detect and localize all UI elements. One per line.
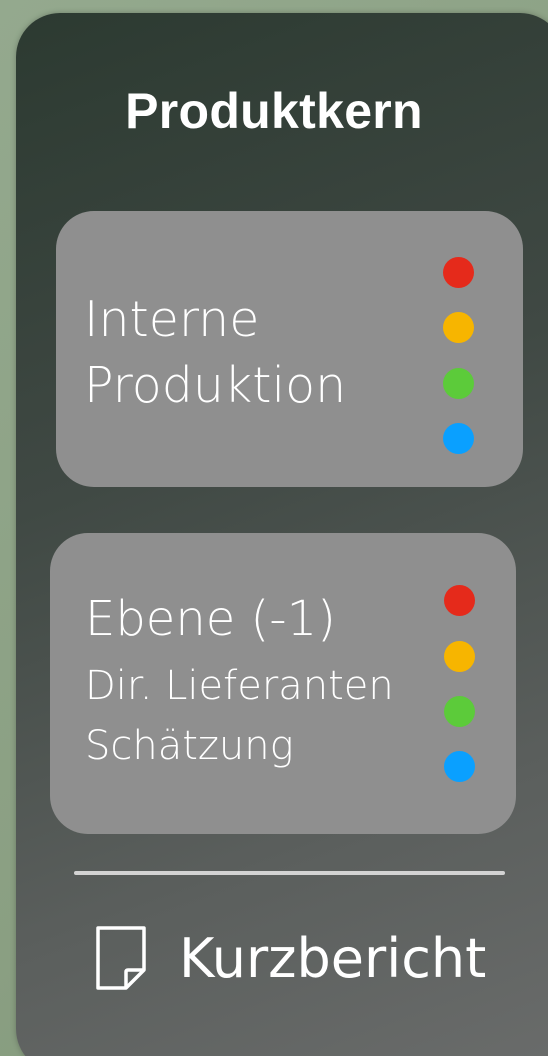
short-report-label: Kurzbericht <box>179 926 487 990</box>
app-background: Produktkern Interne Produktion Ebene (-1… <box>0 0 548 1056</box>
status-dot-blue <box>444 751 475 782</box>
card-title-line-1: Ebene (-1) <box>85 591 336 647</box>
status-dot-green <box>444 696 475 727</box>
short-report-button[interactable]: Kurzbericht <box>95 920 486 996</box>
document-icon <box>95 925 147 991</box>
card-title-line-1: Interne <box>84 291 260 348</box>
status-dot-red <box>444 585 475 616</box>
card-title-line-2: Produktion <box>84 357 347 414</box>
divider <box>74 871 505 875</box>
status-dot-blue <box>443 423 474 454</box>
card-title-line-3: Schätzung <box>85 723 294 769</box>
card-title-line-2: Dir. Lieferanten <box>85 663 394 709</box>
status-dot-yellow <box>443 312 474 343</box>
panel-title: Produktkern <box>125 83 423 139</box>
status-dot-green <box>443 368 474 399</box>
supplier-level-card[interactable]: Ebene (-1) Dir. Lieferanten Schätzung <box>50 533 516 834</box>
status-dot-red <box>443 257 474 288</box>
internal-production-card[interactable]: Interne Produktion <box>56 211 523 487</box>
status-dot-yellow <box>444 641 475 672</box>
